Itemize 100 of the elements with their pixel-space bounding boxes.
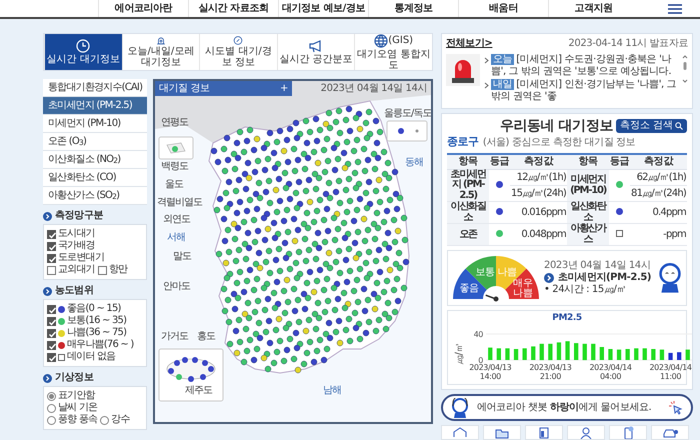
option-label: 풍향 풍속 <box>58 414 98 426</box>
checkbox[interactable] <box>47 254 56 262</box>
table-cell: 미세먼지 (PM-10) <box>566 169 610 202</box>
station-search-button[interactable]: 측정소 검색 <box>616 119 687 134</box>
bar <box>616 350 622 360</box>
table-cell: 81㎍/㎥(24h) <box>630 186 687 202</box>
sea-label: 동해 <box>405 157 423 169</box>
tab-label: 시도별 대기/경보 정보 <box>204 46 273 68</box>
section-heading: 우리동네 대기정보 <box>500 118 614 135</box>
checkbox[interactable] <box>47 340 56 350</box>
menu-link[interactable]: 통계정보 <box>368 0 458 17</box>
bullet-icon <box>544 273 554 284</box>
globe-icon <box>374 34 388 48</box>
forecast-notice[interactable]: 오늘 [미세먼지] 수도권·강원권·충북은 '나쁨', 그 밖의 권역은 '보통'으로 예상됩니다. <box>491 54 678 78</box>
option-label: 항만 <box>108 264 128 276</box>
island-label: 격렬비열도 <box>157 197 202 209</box>
checkbox[interactable] <box>47 304 56 314</box>
checkbox[interactable] <box>47 352 56 362</box>
pollutant-item[interactable]: 미세먼지 (PM-10) <box>43 115 147 133</box>
bar <box>608 349 613 360</box>
bar <box>488 348 492 360</box>
pollutant-item[interactable]: 이산화질소 (NO$_{2}$) <box>43 151 147 169</box>
clock-icon <box>76 39 90 53</box>
bar <box>634 348 638 360</box>
pollutant-item[interactable]: 일산화탄소 (CO) <box>43 169 147 187</box>
radio-button[interactable] <box>47 392 56 400</box>
bar <box>540 344 544 360</box>
checkbox[interactable] <box>98 266 107 274</box>
checkbox[interactable] <box>47 266 56 274</box>
option-label: 강수 <box>111 414 130 426</box>
scrollbar-icon[interactable] <box>682 54 688 84</box>
bar <box>531 346 536 360</box>
bar <box>651 349 656 360</box>
shortcut-button[interactable] <box>651 425 689 440</box>
tick-label: 0 <box>478 356 483 366</box>
tab[interactable]: 실시간 공간분포 <box>276 34 354 70</box>
section-title: 기상정보 <box>55 372 94 384</box>
pollutant-item[interactable]: 오존 (O$_{3}$) <box>43 133 147 151</box>
district-name: 종로구 <box>447 134 479 148</box>
bullet-icon <box>43 374 52 382</box>
table-cell: 초미세먼지 (PM-2.5) <box>447 169 490 202</box>
axis-label: 2023/04/14 11:00 <box>649 363 692 382</box>
option-label: 나쁨(36 ~ 75) <box>67 327 126 339</box>
expand-button[interactable]: + <box>280 82 288 94</box>
table-cell: -ppm <box>630 224 687 246</box>
bar <box>522 348 527 360</box>
tab-label: 오늘/내일/모레 대기정보 <box>126 46 196 68</box>
bullet-icon <box>43 286 52 296</box>
option-label: 보통(16 ~ 35) <box>67 315 126 327</box>
menu-link[interactable]: 대기정보 예보/경보 <box>278 0 368 17</box>
menu-icon[interactable] <box>668 4 682 14</box>
tab[interactable]: (GIS) 대기오염 통합지도 <box>354 34 432 70</box>
view-all-link[interactable]: 전체보기> <box>446 38 492 50</box>
forecast-notice[interactable]: 내일 [미세먼지] 인천·경기남부는 '나쁨', 그 밖의 권역은 '좋 <box>491 79 678 103</box>
tab-label: 대기오염 통합지도 <box>356 48 431 70</box>
table-cell: 오존 <box>447 224 490 246</box>
radio-button[interactable] <box>100 416 110 424</box>
section-title: 측정망구분 <box>55 210 104 222</box>
table-cell: 0.4ppm <box>630 202 687 224</box>
shortcut-button[interactable] <box>567 425 605 440</box>
menu-link[interactable]: 고객지원 <box>548 0 638 17</box>
pollutant-item[interactable]: 아황산가스 (SO$_{2}$) <box>43 187 147 205</box>
pollutant-item[interactable]: 초미세먼지 (PM-2.5) <box>43 97 147 115</box>
bar <box>496 348 501 360</box>
table-cell: 아황산가스 <box>566 224 610 246</box>
tab-label: 실시간 공간분포 <box>279 54 353 65</box>
pollutant-item[interactable]: 통합대기환경지수(CAI) <box>43 79 147 97</box>
gauge-reading: • 24시간 : 15㎍/㎥ <box>544 284 628 296</box>
bar <box>600 347 604 360</box>
shortcut-button[interactable] <box>609 425 647 440</box>
island-label: 외연도 <box>163 214 190 226</box>
chatbot-banner[interactable]: 에어코리아 챗봇 하랑이에게 물어보세요. <box>441 394 693 422</box>
option-label: 도로변대기 <box>58 252 104 264</box>
search-icon <box>675 122 683 130</box>
bar <box>686 350 690 360</box>
checkbox[interactable] <box>47 242 56 250</box>
siren-icon <box>446 54 480 86</box>
table-cell: 이산화질소 <box>447 202 490 224</box>
shortcut-button[interactable] <box>441 425 479 440</box>
shortcut-button[interactable] <box>483 425 521 440</box>
radio-button[interactable] <box>47 416 56 424</box>
menu-link[interactable]: 배움터 <box>458 0 548 17</box>
tab[interactable]: 실시간 대기정보 <box>44 34 122 70</box>
checkbox[interactable] <box>47 316 56 326</box>
cursor-click-icon <box>669 400 683 415</box>
day-tag: 오늘 <box>491 54 514 65</box>
notice-date: 2023-04-14 11시 발표자료 <box>568 38 688 50</box>
shortcut-button[interactable] <box>525 425 563 440</box>
chevron-icon <box>484 57 489 64</box>
gauge-title: 초미세먼지(PM-2.5) <box>558 272 652 284</box>
menu-link[interactable]: 실시간 자료조회 <box>188 0 278 17</box>
bar <box>591 344 596 360</box>
radio-button[interactable] <box>47 404 56 412</box>
checkbox[interactable] <box>47 230 56 238</box>
option-label: 데이터 없음 <box>67 351 116 363</box>
mascot-icon <box>451 398 469 418</box>
bar <box>582 344 587 360</box>
menu-link[interactable]: 에어코리아란 <box>98 0 188 17</box>
checkbox[interactable] <box>47 328 56 338</box>
island-label: 안마도 <box>163 281 190 293</box>
